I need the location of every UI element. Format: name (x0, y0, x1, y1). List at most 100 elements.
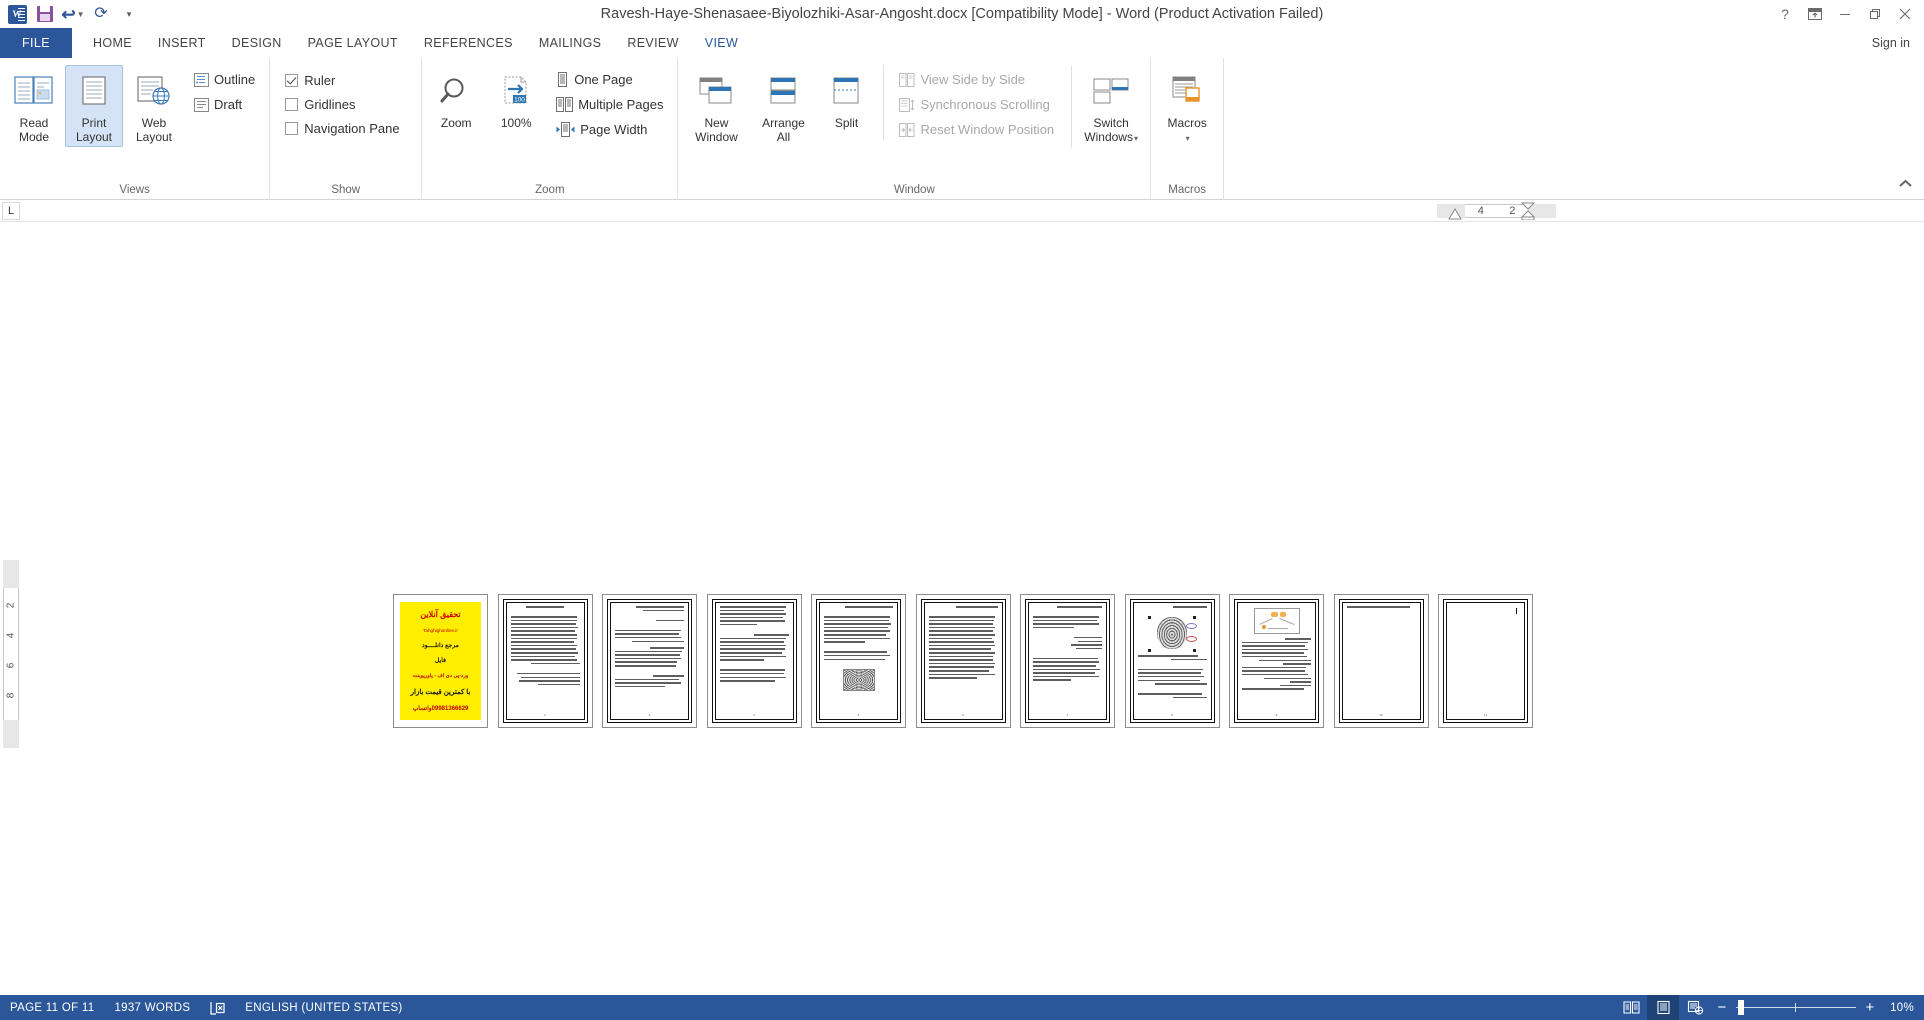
synchronous-scrolling-label: Synchronous Scrolling (920, 97, 1050, 112)
macros-dropdown-icon[interactable]: ▾ (1186, 134, 1190, 143)
save-button[interactable] (32, 2, 58, 26)
ribbon: Read Mode Print Layout Web Layout Outlin… (0, 58, 1924, 200)
ribbon-group-views: Read Mode Print Layout Web Layout Outlin… (0, 58, 271, 200)
proofing-errors-icon (210, 1001, 225, 1015)
navigation-pane-checkbox[interactable] (285, 122, 299, 135)
page-indicator[interactable]: PAGE 11 OF 11 (0, 995, 104, 1020)
hanging-indent-marker[interactable] (1521, 202, 1535, 220)
chevron-down-icon: ▾ (126, 8, 132, 19)
document-page[interactable]: 3 (602, 594, 697, 728)
ruler-label: Ruler (304, 73, 336, 88)
vertical-ruler[interactable]: 2 4 6 8 (0, 222, 22, 995)
page-width-button[interactable]: Page Width (551, 119, 668, 140)
draft-button[interactable]: Draft (189, 94, 260, 115)
ruler-checkbox[interactable] (285, 74, 299, 87)
zoom-in-button[interactable]: + (1863, 1000, 1877, 1015)
close-button[interactable] (1890, 1, 1920, 27)
page-number: 7 (1066, 713, 1069, 717)
tab-home[interactable]: HOME (80, 28, 145, 58)
undo-button[interactable]: ↩ ▼ (60, 2, 86, 26)
ribbon-display-options-button[interactable] (1800, 1, 1830, 27)
annotation-ellipse-red (1186, 636, 1197, 643)
minimize-button[interactable] (1830, 1, 1860, 27)
horizontal-ruler[interactable]: L 4 2 (0, 200, 1924, 222)
zoom-100-percent-button[interactable]: 100 100% (487, 65, 545, 133)
outline-button[interactable]: Outline (189, 69, 260, 90)
word-app-icon[interactable]: W (4, 2, 30, 26)
view-print-layout-button[interactable] (1647, 995, 1679, 1020)
word-count[interactable]: 1937 WORDS (104, 995, 200, 1020)
tab-review[interactable]: REVIEW (614, 28, 691, 58)
view-side-by-side-icon (899, 72, 915, 87)
document-page[interactable]: 7 (1020, 594, 1115, 728)
zoom-level-label[interactable]: 10% (1884, 1002, 1914, 1014)
fingerprint-image (1157, 616, 1187, 649)
language-button[interactable]: ENGLISH (UNITED STATES) (235, 995, 412, 1020)
document-canvas[interactable]: 2 4 6 8 تحقیق آنلاین Tahghighonline.ir م… (0, 222, 1924, 995)
macros-button[interactable]: Macros ▾ (1156, 65, 1218, 149)
document-page[interactable]: 9 (1229, 594, 1324, 728)
document-page[interactable]: 8 (1124, 594, 1220, 728)
arrange-all-icon (766, 69, 800, 113)
cover-site: Tahghighonline.ir (423, 628, 458, 634)
tab-design[interactable]: DESIGN (219, 28, 295, 58)
gridlines-checkbox[interactable] (285, 98, 299, 111)
document-page[interactable]: 2 (497, 594, 593, 728)
document-page[interactable]: 4 (706, 594, 802, 728)
tab-file[interactable]: FILE (0, 28, 72, 58)
zoom-slider-midpoint (1795, 1003, 1796, 1012)
page-image-fingerprint (842, 668, 875, 691)
page-thumbnails: تحقیق آنلاین Tahghighonline.ir مرجع دانل… (393, 594, 1533, 728)
tab-page-layout[interactable]: PAGE LAYOUT (295, 28, 411, 58)
tab-mailings[interactable]: MAILINGS (526, 28, 615, 58)
navigation-pane-checkbox-row[interactable]: Navigation Pane (281, 119, 403, 138)
first-line-indent-marker[interactable] (1448, 208, 1462, 220)
customize-quick-access-toolbar-button[interactable]: ▾ (116, 2, 142, 26)
read-mode-button[interactable]: Read Mode (5, 65, 63, 147)
tab-stop-selector[interactable]: L (2, 202, 20, 220)
web-layout-button[interactable]: Web Layout (125, 65, 183, 147)
collapse-ribbon-button[interactable] (1894, 173, 1916, 193)
document-page[interactable]: 6 (915, 594, 1011, 728)
new-window-button[interactable]: New Window (683, 65, 749, 147)
zoom-out-button[interactable]: − (1715, 1000, 1729, 1015)
multiple-pages-button[interactable]: Multiple Pages (551, 94, 668, 115)
ruler-checkbox-row[interactable]: Ruler (281, 71, 403, 90)
synchronous-scrolling-icon (899, 97, 915, 112)
proofing-status-button[interactable] (200, 995, 235, 1020)
arrange-all-button[interactable]: Arrange All (751, 65, 815, 147)
vruler-mark-8: 8 (5, 692, 17, 699)
sign-in-link[interactable]: Sign in (1857, 28, 1924, 58)
zoom-slider-thumb[interactable] (1738, 1000, 1744, 1015)
view-read-mode-button[interactable] (1615, 995, 1647, 1020)
web-layout-icon (1687, 1000, 1703, 1015)
help-button[interactable]: ? (1770, 1, 1800, 27)
page-number: 11 (1483, 713, 1488, 717)
page-figure-fingerprint (1148, 616, 1197, 653)
new-window-icon (696, 69, 736, 113)
split-button[interactable]: Split (817, 65, 875, 133)
view-web-layout-button[interactable] (1679, 995, 1711, 1020)
redo-button[interactable]: ⟳ (88, 2, 114, 26)
new-window-label-1: New (704, 116, 729, 130)
tab-insert[interactable]: INSERT (145, 28, 219, 58)
switch-windows-button[interactable]: Switch Windows▾ (1071, 65, 1145, 149)
document-page[interactable]: تحقیق آنلاین Tahghighonline.ir مرجع دانل… (393, 594, 488, 728)
zoom-slider[interactable] (1736, 995, 1856, 1020)
tab-references[interactable]: REFERENCES (411, 28, 526, 58)
zoom-button[interactable]: Zoom (427, 65, 485, 133)
restore-button[interactable] (1860, 1, 1890, 27)
gridlines-checkbox-row[interactable]: Gridlines (281, 95, 403, 114)
undo-dropdown-icon[interactable]: ▼ (77, 10, 85, 19)
print-layout-button[interactable]: Print Layout (65, 65, 123, 147)
zoom-group-label: Zoom (535, 184, 565, 196)
web-layout-icon (135, 69, 173, 113)
tab-view[interactable]: VIEW (691, 28, 752, 58)
split-label: Split (834, 116, 859, 130)
document-page[interactable]: 10 (1333, 594, 1429, 728)
switch-windows-dropdown-icon[interactable]: ▾ (1134, 134, 1138, 143)
one-page-button[interactable]: One Page (551, 69, 668, 90)
document-page[interactable]: 5 (811, 594, 906, 728)
document-page[interactable]: 11 (1438, 594, 1533, 728)
read-mode-label-1: Read (19, 116, 49, 130)
